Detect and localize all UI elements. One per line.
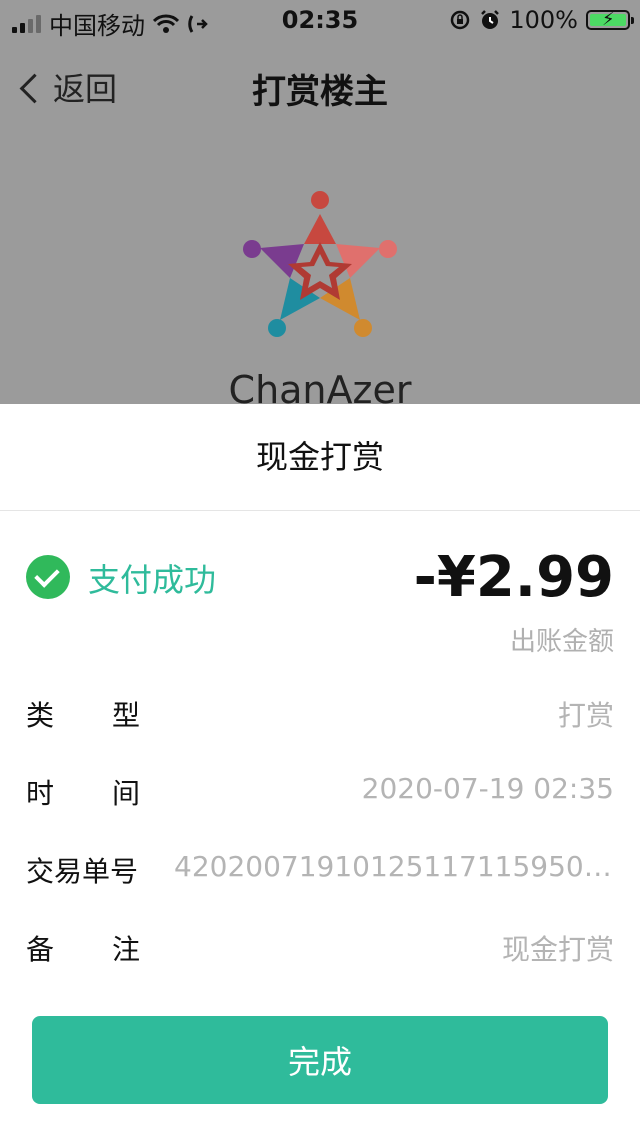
detail-label: 时间: [26, 777, 199, 810]
done-button[interactable]: 完成: [32, 1016, 608, 1104]
background-page: 中国移动 02:35 100% ⚡ 返回 打赏楼主 ChanAzer: [0, 0, 640, 420]
status-bar: 中国移动 02:35 100% ⚡: [0, 0, 640, 40]
alarm-icon: [481, 10, 500, 29]
payment-status: 支付成功: [88, 561, 217, 599]
detail-row-note: 备注 现金打赏: [0, 908, 640, 986]
battery-percent: 100%: [509, 6, 578, 34]
page-title: 打赏楼主: [252, 72, 388, 112]
navigation-bar: 返回 打赏楼主: [0, 44, 640, 124]
user-logo: [243, 191, 397, 337]
detail-row-time: 时间 2020-07-19 02:35: [0, 752, 640, 830]
payment-result: 支付成功 -¥2.99 出账金额: [0, 511, 640, 657]
detail-value: 现金打赏: [501, 933, 614, 966]
status-right: 100% ⚡: [449, 6, 634, 34]
check-circle-icon: [26, 555, 70, 599]
detail-label: 交易单号: [26, 855, 139, 888]
detail-value: 2020-07-19 02:35: [361, 772, 614, 805]
payment-result-sheet: 现金打赏 支付成功 -¥2.99 出账金额 类型 打赏 时间 2020-07-1…: [0, 404, 640, 1136]
detail-value: 打赏: [557, 699, 614, 732]
transaction-details: 类型 打赏 时间 2020-07-19 02:35 交易单号 420200719…: [0, 674, 640, 986]
orientation-lock-icon: [451, 10, 470, 30]
detail-label: 类型: [26, 699, 199, 732]
detail-row-type: 类型 打赏: [0, 674, 640, 752]
detail-row-transaction-id: 交易单号 420200719101251171159509738: [0, 830, 640, 908]
amount-label: 出账金额: [509, 627, 614, 657]
sheet-title: 现金打赏: [0, 404, 640, 511]
detail-value: 420200719101251171159509738: [174, 850, 614, 883]
detail-label: 备注: [26, 933, 199, 966]
battery-charging-icon: ⚡: [586, 9, 634, 30]
payment-amount: -¥2.99: [413, 545, 614, 610]
